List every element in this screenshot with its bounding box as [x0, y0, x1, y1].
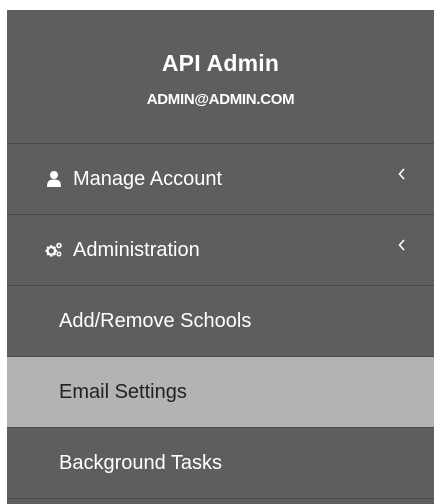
chevron-left-icon[interactable]	[396, 166, 408, 182]
sidebar-item-email-settings[interactable]: Email Settings	[7, 357, 434, 428]
sidebar-item-background-tasks[interactable]: Background Tasks	[7, 428, 434, 499]
profile-name: API Admin	[161, 50, 280, 76]
sidebar-item-label: Administration	[73, 238, 200, 261]
sidebar-item-label: Manage Account	[73, 167, 222, 190]
cogs-icon	[45, 241, 63, 259]
sidebar-item-manage-account[interactable]: Manage Account	[7, 144, 434, 215]
sidebar-item-administration[interactable]: Administration	[7, 215, 434, 286]
user-icon	[45, 170, 63, 188]
sidebar-item-label: Email Settings	[59, 380, 187, 403]
sidebar-item-label: Background Tasks	[59, 451, 223, 474]
page: API Admin ADMIN@ADMIN.COM Manage Account	[0, 0, 434, 504]
chevron-left-icon[interactable]	[396, 237, 408, 253]
sidebar: API Admin ADMIN@ADMIN.COM Manage Account	[7, 10, 434, 504]
sidebar-item-label: Add/Remove Schools	[59, 309, 252, 332]
sidebar-item-add-remove-schools[interactable]: Add/Remove Schools	[7, 286, 434, 357]
user-profile: API Admin ADMIN@ADMIN.COM	[7, 10, 434, 144]
profile-email: ADMIN@ADMIN.COM	[146, 91, 295, 108]
